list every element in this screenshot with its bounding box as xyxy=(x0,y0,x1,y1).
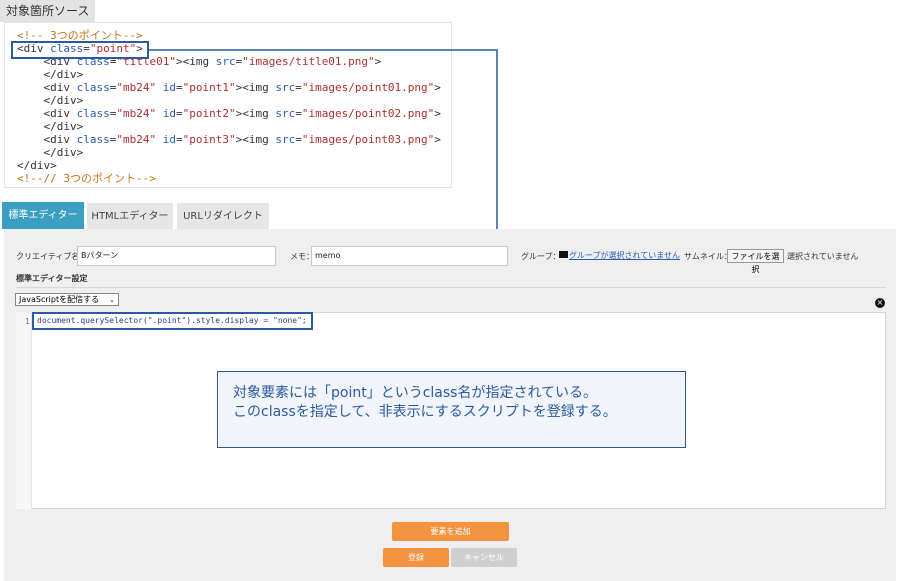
file-status-text: 選択されていません xyxy=(787,252,859,261)
editor-settings-title: 標準エディター設定 xyxy=(16,274,88,283)
add-element-button[interactable]: 要素を追加 xyxy=(392,522,509,541)
line-number: 1 xyxy=(25,317,30,326)
javascript-delivery-select-value: JavaScriptを配信する xyxy=(19,295,100,304)
highlight-script-line xyxy=(32,312,313,330)
file-select-button[interactable]: ファイルを選択 xyxy=(727,249,784,274)
register-button[interactable]: 登録 xyxy=(383,548,449,567)
callout-line-1: 対象要素には「point」というclass名が指定されている。 xyxy=(233,385,598,401)
folder-icon xyxy=(559,251,568,258)
tab-standard-editor[interactable]: 標準エディター xyxy=(2,202,84,229)
creative-name-input[interactable]: Bパターン xyxy=(77,246,276,266)
memo-input[interactable]: memo xyxy=(311,246,508,266)
group-select-link[interactable]: グループが選択されていません xyxy=(569,250,680,261)
chevron-down-icon: ⌄ xyxy=(109,296,115,304)
close-icon[interactable]: × xyxy=(875,298,885,308)
editor-gutter xyxy=(16,312,32,509)
group-label: グループ： xyxy=(521,252,561,261)
tab-url-redirect[interactable]: URLリダイレクト xyxy=(177,203,269,230)
divider xyxy=(16,287,886,288)
callout-line-2: このclassを指定して、非表示にするスクリプトを登録する。 xyxy=(233,404,617,420)
explanation-callout: 対象要素には「point」というclass名が指定されている。 このclassを… xyxy=(217,371,686,448)
tab-html-editor[interactable]: HTMLエディター xyxy=(87,203,173,230)
javascript-delivery-select[interactable]: JavaScriptを配信する ⌄ xyxy=(15,293,119,306)
cancel-button[interactable]: キャンセル xyxy=(451,548,517,567)
thumbnail-label: サムネイル： xyxy=(684,252,732,261)
